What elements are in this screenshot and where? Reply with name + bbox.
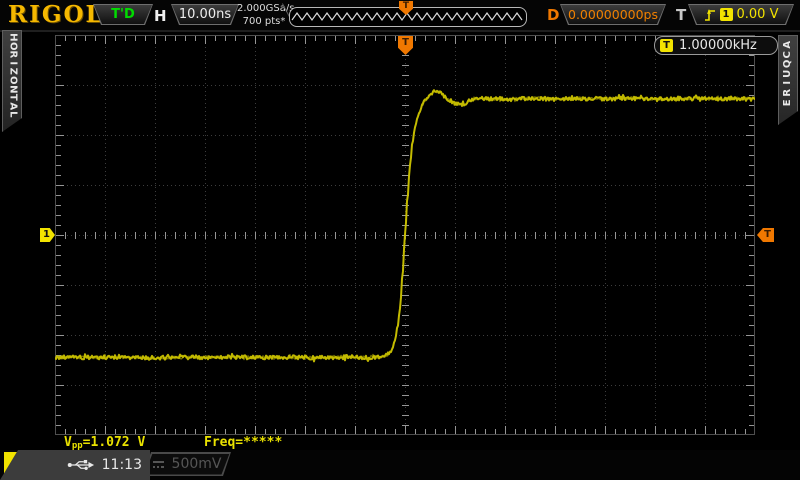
trigger-status-panel: T'D (93, 4, 153, 25)
trigger-level-marker[interactable]: T (757, 228, 774, 242)
tab-letter: E (783, 92, 793, 112)
vpp-symbol: V (64, 435, 72, 450)
usb-icon (67, 458, 95, 472)
trigger-settings-panel[interactable]: 1 0.00 V (688, 4, 794, 25)
delay-label: D (547, 6, 559, 24)
channel1-ground-marker[interactable]: 1 (40, 228, 55, 242)
dc-coupling-icon (153, 460, 165, 469)
timebase-panel[interactable]: 10.00ns (171, 4, 239, 25)
delay-panel[interactable]: 0.00000000ps (560, 4, 666, 25)
rising-edge-icon (704, 8, 716, 22)
vpp-value: =1.072 V (83, 435, 146, 450)
rigol-logo: RIGOL (8, 1, 104, 28)
tab-letter: L (8, 105, 17, 125)
waveform-trace (55, 35, 755, 435)
channel2-scale: 500mV (172, 456, 222, 472)
oscilloscope-screen: RIGOL T'D H 10.00ns 2.000GSa/s 700 pts* … (0, 0, 800, 480)
counter-value: 1.00000kHz (679, 38, 757, 53)
trigger-status-label: T'D (93, 4, 153, 25)
status-clock-area: 11:13 (0, 450, 150, 480)
tab-acquire[interactable]: ACQUIRE (778, 35, 798, 135)
timebase-value: 10.00ns (171, 4, 239, 25)
frequency-counter: T 1.00000kHz (654, 36, 778, 55)
trigger-level-value: 0.00 V (737, 7, 779, 22)
horizontal-label: H (154, 7, 167, 25)
top-status-bar: RIGOL T'D H 10.00ns 2.000GSa/s 700 pts* … (0, 0, 800, 32)
bottom-channel-bar: 1 200mV 2 500mV (0, 450, 800, 480)
trigger-label: T (676, 6, 686, 24)
trigger-source-badge: 1 (720, 8, 733, 21)
measurement-freq: Freq=***** (204, 435, 282, 450)
clock-time: 11:13 (102, 457, 142, 473)
counter-source-badge: T (660, 39, 673, 52)
measurement-vpp: Vpp=1.072 V (64, 435, 145, 451)
tab-horizontal[interactable]: HORIZONTAL (2, 30, 22, 132)
memory-depth: 700 pts* (237, 15, 291, 28)
channel2-panel[interactable]: 500mV (143, 452, 231, 476)
delay-value: 0.00000000ps (560, 4, 666, 25)
